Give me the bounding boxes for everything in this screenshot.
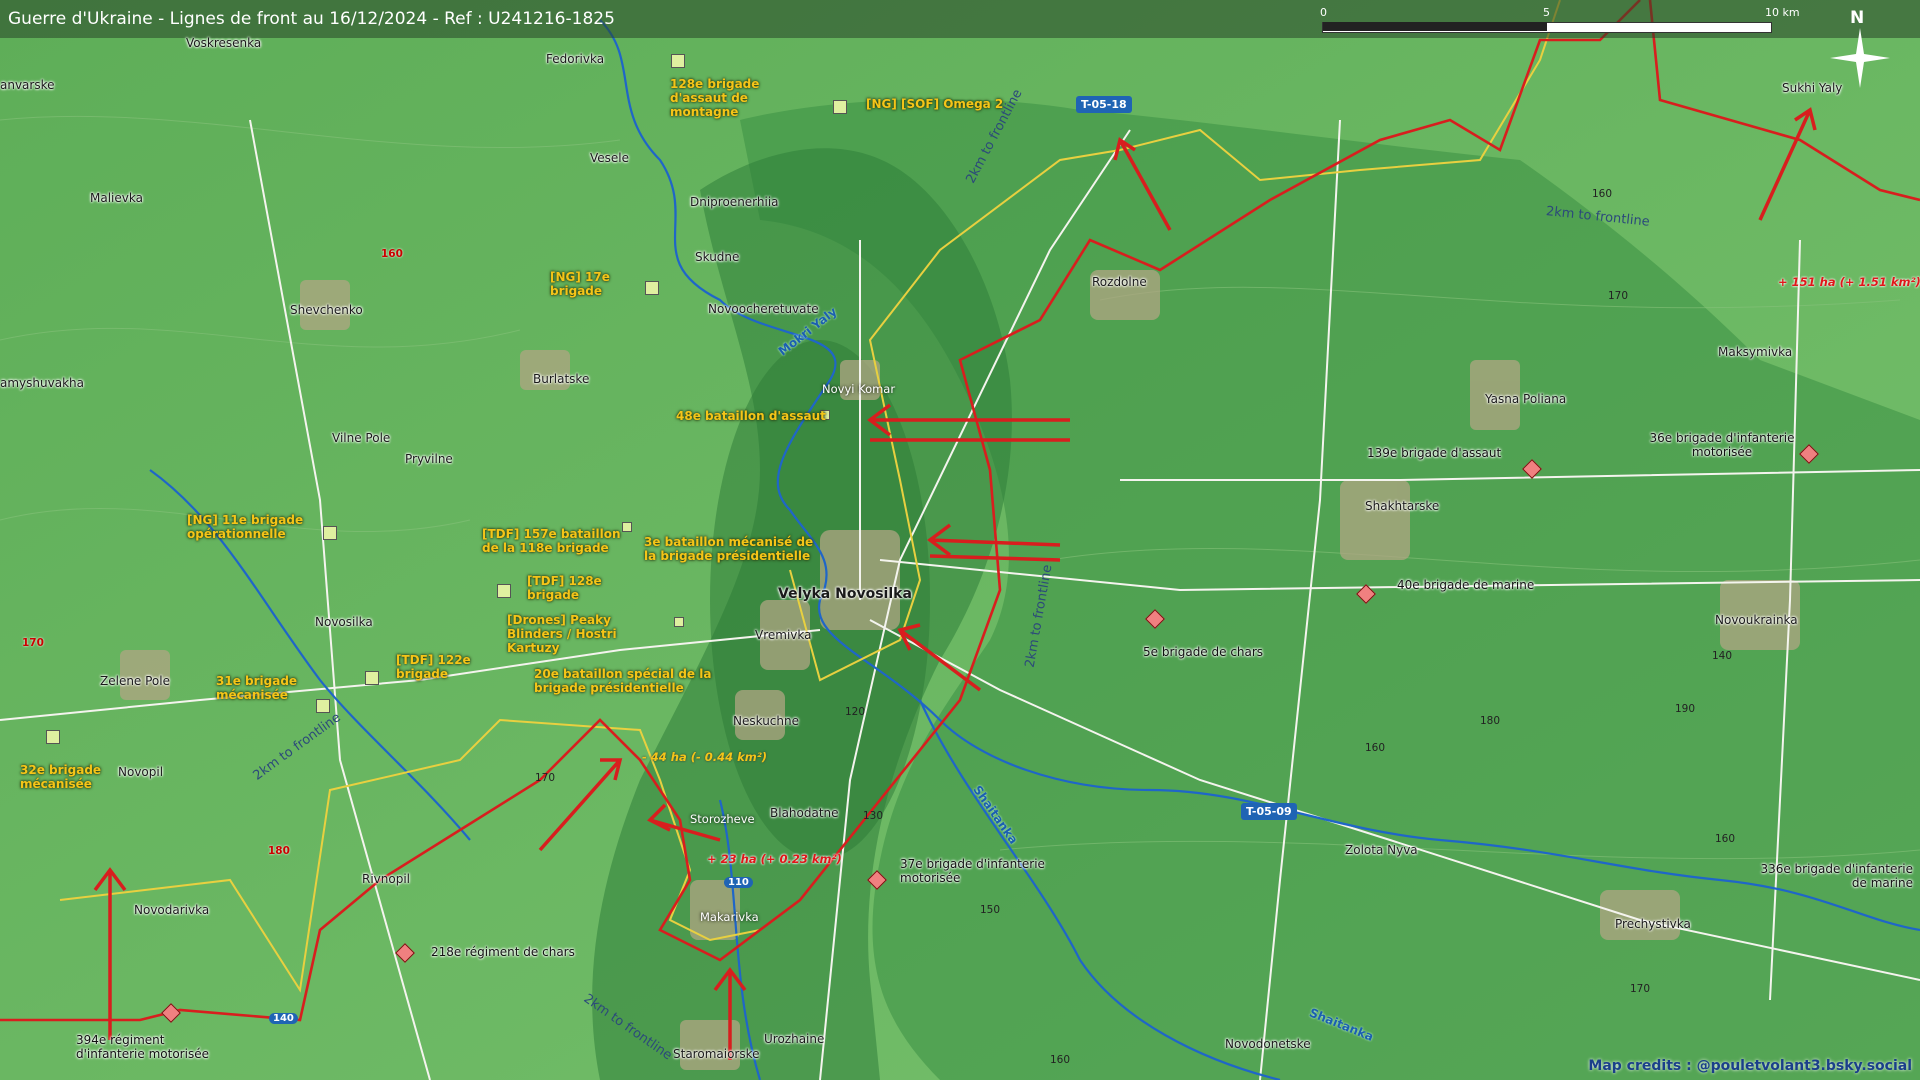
scale-label-5: 5 xyxy=(1543,6,1550,19)
elevation-label: 160 xyxy=(1592,188,1613,200)
elevation-label: 160 xyxy=(1365,742,1386,754)
town-label: Novoocheretuvate xyxy=(708,302,819,316)
town-label: Novoukrainka xyxy=(1715,613,1798,627)
town-label: anvarske xyxy=(0,78,55,92)
town-label: Zolota Nyva xyxy=(1345,843,1418,857)
elevation-label: 160 xyxy=(1715,833,1736,845)
town-label: Fedorivka xyxy=(546,52,605,66)
town-label: Neskuchne xyxy=(733,714,799,728)
elevation-label: 130 xyxy=(863,810,884,822)
town-label: Voskresenka xyxy=(186,36,262,50)
area-change-label: - 44 ha (- 0.44 km²) xyxy=(642,750,768,764)
unit-label-ua: [TDF] 157e bataillon de la 118e brigade xyxy=(482,527,621,555)
unit-label-ru: 36e brigade d'infanterie motorisée xyxy=(1649,431,1795,459)
elevation-label: 120 xyxy=(845,706,866,718)
ukrainian-unit-icon[interactable] xyxy=(323,526,337,540)
scale-segment xyxy=(1323,22,1547,31)
map-credits[interactable]: Map credits : @pouletvolant3.bsky.social xyxy=(1588,1058,1912,1074)
elevation-label: 190 xyxy=(1675,703,1696,715)
elevation-label: 180 xyxy=(268,845,290,857)
town-label: amyshuvakha xyxy=(0,376,84,390)
road-sign-t0509: T-05-09 xyxy=(1241,803,1297,820)
unit-label-ru: 5e brigade de chars xyxy=(1143,645,1264,659)
elevation-label: 180 xyxy=(1480,715,1501,727)
unit-label-ru: 394e régiment d'infanterie motorisée xyxy=(76,1033,209,1061)
town-label: Novodarivka xyxy=(134,903,210,917)
elevation-label: 170 xyxy=(535,772,556,784)
town-label: Shevchenko xyxy=(290,303,363,317)
unit-label-ru: 336e brigade d'infanterie de marine xyxy=(1760,862,1913,890)
town-label: Novyi Komar xyxy=(822,382,896,396)
unit-label-ua: 128e brigade d'assaut de montagne xyxy=(670,77,760,119)
elevation-label: 170 xyxy=(1630,983,1651,995)
town-label: Vremivka xyxy=(755,628,812,642)
map-title: Guerre d'Ukraine - Lignes de front au 16… xyxy=(8,9,615,29)
town-label: Skudne xyxy=(695,250,740,264)
unit-label-ua: [NG] [SOF] Omega 2 xyxy=(866,97,1004,111)
town-label: Makarivka xyxy=(700,910,759,924)
ukrainian-unit-icon[interactable] xyxy=(365,671,379,685)
town-label: Shakhtarske xyxy=(1365,499,1440,513)
scale-label-10: 10 km xyxy=(1765,6,1800,19)
unit-label-ua: [TDF] 128e brigade xyxy=(527,574,602,602)
scale-label-0: 0 xyxy=(1320,6,1327,19)
town-label: Storozheve xyxy=(690,812,755,826)
town-label: Maksymivka xyxy=(1718,345,1793,359)
road-sign-110: 110 xyxy=(724,877,753,888)
elevation-label: 170 xyxy=(22,637,44,649)
unit-label-ua: [TDF] 122e brigade xyxy=(396,653,471,681)
map-canvas[interactable]: Guerre d'Ukraine - Lignes de front au 16… xyxy=(0,0,1920,1080)
town-label-velyka-novosilka: Velyka Novosilka xyxy=(778,586,912,602)
ukrainian-unit-icon[interactable] xyxy=(622,522,632,532)
area-change-label: + 23 ha (+ 0.23 km²) xyxy=(707,852,842,866)
town-label: Urozhaine xyxy=(764,1032,825,1046)
town-label: Rivnopil xyxy=(362,872,411,886)
compass-rose-icon xyxy=(1830,28,1890,88)
unit-label-ua: 20e bataillon spécial de la brigade prés… xyxy=(534,667,712,695)
unit-label-ua: 31e brigade mécanisée xyxy=(216,674,298,702)
elevation-label: 170 xyxy=(1608,290,1629,302)
unit-label-ua: [NG] 17e brigade xyxy=(550,270,610,298)
elevation-label: 140 xyxy=(1712,650,1733,662)
town-label: Blahodatne xyxy=(770,806,839,820)
ukrainian-unit-icon[interactable] xyxy=(671,54,685,68)
ukrainian-unit-icon[interactable] xyxy=(645,281,659,295)
ukrainian-unit-icon[interactable] xyxy=(833,100,847,114)
town-label: Prechystivka xyxy=(1615,917,1691,931)
town-label: Sukhi Yaly xyxy=(1782,81,1843,95)
unit-label-ua: 32e brigade mécanisée xyxy=(20,763,102,791)
ukrainian-unit-icon[interactable] xyxy=(46,730,60,744)
unit-label-ua: 3e bataillon mécanisé de la brigade prés… xyxy=(644,535,814,563)
unit-label-ua: [NG] 11e brigade opérationnelle xyxy=(187,513,304,541)
town-label: Novosilka xyxy=(315,615,373,629)
ukrainian-unit-icon[interactable] xyxy=(497,584,511,598)
ukrainian-unit-icon[interactable] xyxy=(674,617,684,627)
road-sign-t0518: T-05-18 xyxy=(1076,96,1132,113)
town-label: Staromaiorske xyxy=(673,1047,760,1061)
town-label: Novodonetske xyxy=(1225,1037,1311,1051)
town-label: Zelene Pole xyxy=(100,674,170,688)
town-label: Vesele xyxy=(590,151,630,165)
elevation-label: 160 xyxy=(1050,1054,1071,1066)
town-label: Pryvilne xyxy=(405,452,453,466)
unit-label-ru: 40e brigade de marine xyxy=(1397,578,1535,592)
unit-label-ru: 218e régiment de chars xyxy=(431,945,575,959)
town-label: Novopil xyxy=(118,765,164,779)
elevation-label: 150 xyxy=(980,904,1001,916)
unit-label-ru: 139e brigade d'assaut xyxy=(1367,446,1502,460)
road-sign-140: 140 xyxy=(269,1013,298,1024)
town-label: Dniproenerhiia xyxy=(690,195,779,209)
unit-label-ua: 48e bataillon d'assaut xyxy=(676,409,826,423)
town-label: Rozdolne xyxy=(1092,275,1147,289)
unit-label-ru: 37e brigade d'infanterie motorisée xyxy=(900,857,1045,885)
town-label: Malievka xyxy=(90,191,143,205)
area-change-label: + 151 ha (+ 1.51 km²) xyxy=(1778,275,1920,289)
ukrainian-unit-icon[interactable] xyxy=(316,699,330,713)
town-label: Burlatske xyxy=(533,372,590,386)
town-label: Vilne Pole xyxy=(332,431,391,445)
elevation-label: 160 xyxy=(381,248,403,260)
unit-label-ua: [Drones] Peaky Blinders / Hostri Kartuzy xyxy=(507,613,617,655)
compass-north-label: N xyxy=(1850,8,1865,28)
town-label: Yasna Poliana xyxy=(1485,392,1567,406)
